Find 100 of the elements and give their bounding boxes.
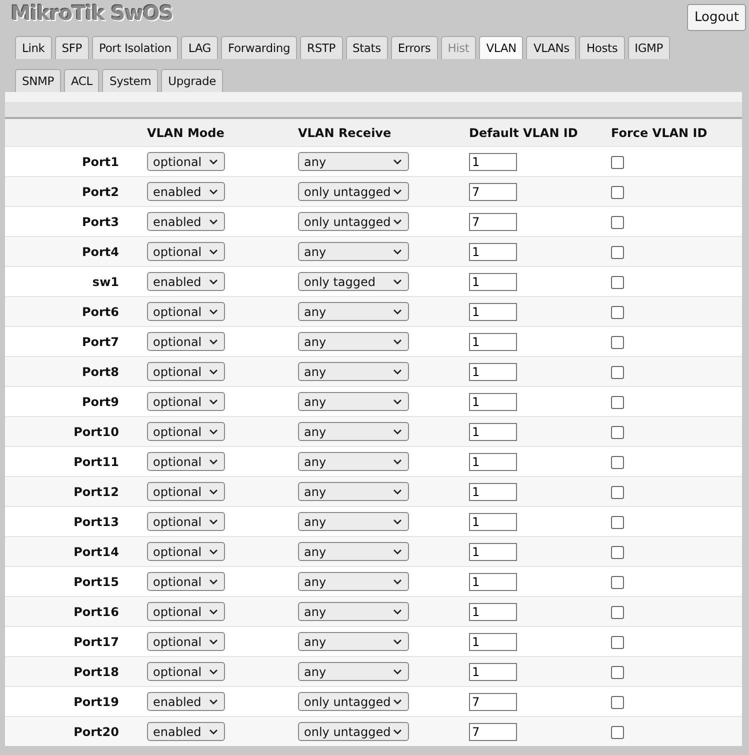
tab[interactable]: Hosts xyxy=(579,36,625,59)
vlan-id-field[interactable]: 1 xyxy=(469,542,517,560)
vlan-mode-dropdown[interactable]: optional xyxy=(147,512,225,531)
force-vlan-checkbox[interactable] xyxy=(611,156,624,169)
force-vlan-checkbox[interactable] xyxy=(611,246,624,259)
vlan-id-field[interactable]: 1 xyxy=(469,662,517,680)
logout-button[interactable]: Logout xyxy=(687,4,746,31)
force-vlan-checkbox[interactable] xyxy=(611,306,624,319)
force-vlan-checkbox[interactable] xyxy=(611,606,624,619)
vlan-id-field[interactable]: 7 xyxy=(469,722,517,740)
tab[interactable]: Stats xyxy=(346,36,388,59)
vlan-receive-dropdown[interactable]: any xyxy=(298,332,409,351)
vlan-receive-dropdown[interactable]: any xyxy=(298,302,409,321)
vlan-mode-dropdown[interactable]: enabled xyxy=(147,272,225,291)
vlan-id-field[interactable]: 1 xyxy=(469,272,517,290)
vlan-mode-dropdown[interactable]: optional xyxy=(147,152,225,171)
tab[interactable]: VLANs xyxy=(526,36,576,59)
vlan-receive-dropdown[interactable]: any xyxy=(298,572,409,591)
force-vlan-checkbox[interactable] xyxy=(611,696,624,709)
force-vlan-checkbox[interactable] xyxy=(611,666,624,679)
vlan-id-field[interactable]: 7 xyxy=(469,212,517,230)
vlan-receive-dropdown[interactable]: only untagged xyxy=(298,182,409,201)
vlan-receive-dropdown[interactable]: any xyxy=(298,452,409,471)
vlan-id-field[interactable]: 1 xyxy=(469,332,517,350)
vlan-mode-dropdown[interactable]: enabled xyxy=(147,212,225,231)
tab[interactable]: LAG xyxy=(181,36,218,59)
vlan-receive-dropdown[interactable]: any xyxy=(298,512,409,531)
vlan-mode-dropdown[interactable]: enabled xyxy=(147,182,225,201)
chevron-down-icon xyxy=(393,188,402,194)
force-vlan-checkbox[interactable] xyxy=(611,456,624,469)
vlan-receive-dropdown[interactable]: any xyxy=(298,542,409,561)
tab[interactable]: IGMP xyxy=(628,36,670,59)
vlan-mode-dropdown[interactable]: optional xyxy=(147,392,225,411)
vlan-id-field[interactable]: 1 xyxy=(469,512,517,530)
vlan-receive-dropdown[interactable]: any xyxy=(298,422,409,441)
vlan-mode-dropdown[interactable]: optional xyxy=(147,452,225,471)
tab[interactable]: RSTP xyxy=(300,36,342,59)
tab[interactable]: Link xyxy=(15,36,52,59)
vlan-mode-dropdown[interactable]: optional xyxy=(147,422,225,441)
vlan-id-field[interactable]: 1 xyxy=(469,482,517,500)
tab[interactable]: Port Isolation xyxy=(92,36,178,59)
vlan-mode-dropdown[interactable]: optional xyxy=(147,662,225,681)
tab[interactable]: Forwarding xyxy=(221,36,298,59)
vlan-receive-dropdown[interactable]: any xyxy=(298,392,409,411)
force-vlan-checkbox[interactable] xyxy=(611,726,624,739)
vlan-receive-dropdown[interactable]: only untagged xyxy=(298,722,409,741)
vlan-receive-dropdown[interactable]: any xyxy=(298,662,409,681)
vlan-mode-dropdown[interactable]: enabled xyxy=(147,692,225,711)
tab[interactable]: ACL xyxy=(64,69,100,92)
vlan-mode-dropdown[interactable]: optional xyxy=(147,332,225,351)
force-vlan-checkbox[interactable] xyxy=(611,546,624,559)
tab[interactable]: VLAN xyxy=(479,36,524,59)
vlan-id-field[interactable]: 7 xyxy=(469,692,517,710)
vlan-id-field[interactable]: 1 xyxy=(469,242,517,260)
vlan-id-field[interactable]: 1 xyxy=(469,152,517,170)
vlan-receive-dropdown[interactable]: only tagged xyxy=(298,272,409,291)
force-vlan-checkbox[interactable] xyxy=(611,186,624,199)
vlan-id-field[interactable]: 1 xyxy=(469,302,517,320)
vlan-receive-dropdown[interactable]: any xyxy=(298,152,409,171)
tab[interactable]: SNMP xyxy=(15,69,61,92)
vlan-id-field[interactable]: 1 xyxy=(469,362,517,380)
force-vlan-checkbox[interactable] xyxy=(611,396,624,409)
vlan-id-field[interactable]: 1 xyxy=(469,422,517,440)
vlan-mode-dropdown[interactable]: optional xyxy=(147,482,225,501)
tab[interactable]: SFP xyxy=(54,36,90,59)
vlan-mode-dropdown[interactable]: optional xyxy=(147,632,225,651)
vlan-receive-dropdown[interactable]: any xyxy=(298,362,409,381)
force-vlan-checkbox[interactable] xyxy=(611,486,624,499)
vlan-id-field[interactable]: 1 xyxy=(469,572,517,590)
force-vlan-checkbox[interactable] xyxy=(611,576,624,589)
vlan-receive-dropdown[interactable]: only untagged xyxy=(298,692,409,711)
vlan-receive-dropdown[interactable]: any xyxy=(298,602,409,621)
vlan-receive-dropdown[interactable]: any xyxy=(298,482,409,501)
tab[interactable]: System xyxy=(102,69,158,92)
tab[interactable]: Errors xyxy=(390,36,438,59)
force-vlan-checkbox[interactable] xyxy=(611,366,624,379)
tab[interactable]: Upgrade xyxy=(161,69,223,92)
vlan-receive-dropdown[interactable]: any xyxy=(298,632,409,651)
force-vlan-checkbox[interactable] xyxy=(611,426,624,439)
vlan-id-field[interactable]: 1 xyxy=(469,632,517,650)
vlan-mode-dropdown[interactable]: optional xyxy=(147,542,225,561)
chevron-down-icon xyxy=(209,428,218,434)
vlan-id-field[interactable]: 7 xyxy=(469,182,517,200)
vlan-id-field[interactable]: 1 xyxy=(469,392,517,410)
force-vlan-checkbox[interactable] xyxy=(611,336,624,349)
vlan-receive-dropdown[interactable]: any xyxy=(298,242,409,261)
force-vlan-checkbox[interactable] xyxy=(611,276,624,289)
vlan-mode-dropdown[interactable]: optional xyxy=(147,572,225,591)
vlan-id-field[interactable]: 1 xyxy=(469,452,517,470)
vlan-id-field[interactable]: 1 xyxy=(469,602,517,620)
vlan-mode-dropdown[interactable]: optional xyxy=(147,602,225,621)
vlan-receive-dropdown[interactable]: only untagged xyxy=(298,212,409,231)
vlan-mode-dropdown[interactable]: enabled xyxy=(147,722,225,741)
vlan-mode-dropdown[interactable]: optional xyxy=(147,362,225,381)
force-vlan-checkbox[interactable] xyxy=(611,216,624,229)
vlan-mode-dropdown[interactable]: optional xyxy=(147,242,225,261)
force-vlan-checkbox[interactable] xyxy=(611,516,624,529)
force-vlan-checkbox[interactable] xyxy=(611,636,624,649)
port-label: Port15 xyxy=(74,574,119,588)
vlan-mode-dropdown[interactable]: optional xyxy=(147,302,225,321)
